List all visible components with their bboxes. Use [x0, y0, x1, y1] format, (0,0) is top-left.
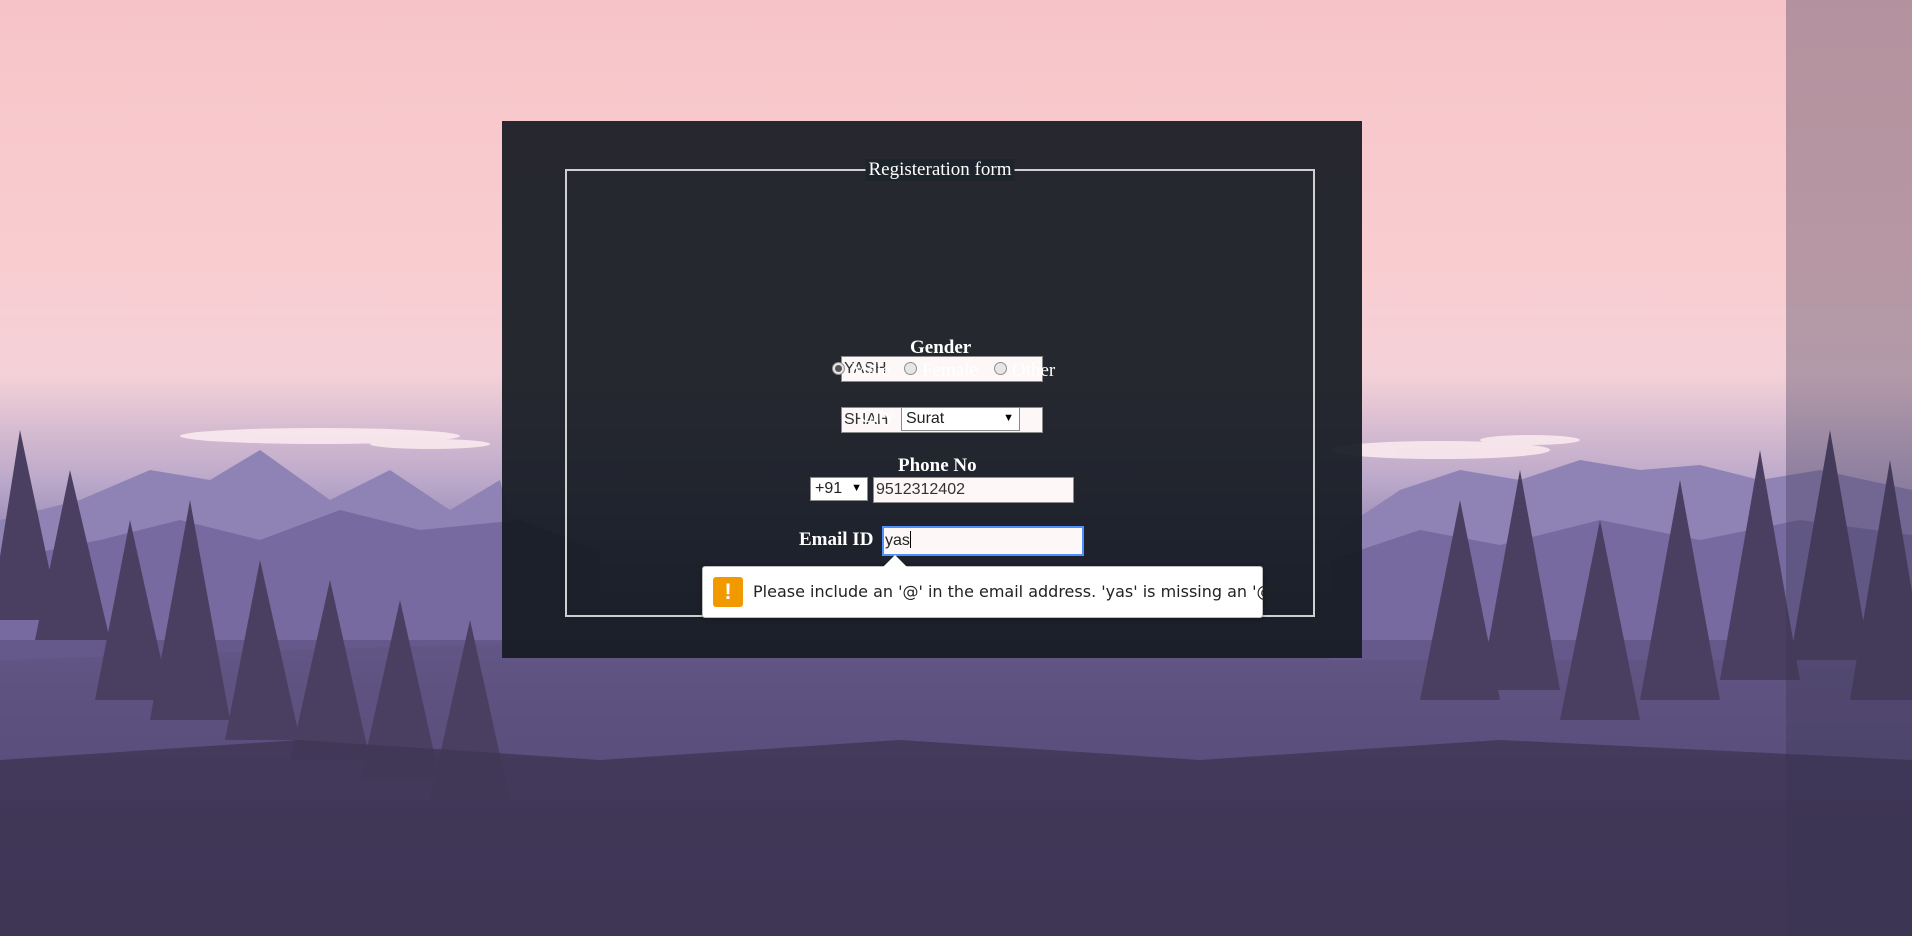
- gender-label-other: Other: [1012, 360, 1056, 381]
- gender-label-heading: Gender: [910, 337, 972, 358]
- validation-tooltip: ! Please include an '@' in the email add…: [702, 555, 1282, 618]
- phone-label: Phone No: [898, 455, 977, 476]
- email-input-value: yas: [885, 532, 910, 549]
- text-caret: [909, 531, 911, 548]
- gender-radio-other[interactable]: [994, 362, 1007, 375]
- gender-radio-male[interactable]: [832, 362, 845, 375]
- phone-number-input[interactable]: 9512312402: [873, 477, 1074, 503]
- phone-code-select[interactable]: +91 ▼: [810, 477, 868, 501]
- gender-radio-female[interactable]: [904, 362, 917, 375]
- email-input[interactable]: yas: [882, 526, 1084, 556]
- email-label: Email ID: [799, 529, 874, 550]
- city-select[interactable]: Surat ▼: [901, 407, 1020, 431]
- validation-message: Please include an '@' in the email addre…: [753, 582, 1283, 601]
- form-legend: Registeration form: [865, 159, 1015, 181]
- city-select-value: Surat: [906, 410, 945, 427]
- tooltip-arrow: [883, 555, 907, 567]
- gender-label-female: Female: [922, 360, 978, 381]
- gender-label-male: Male: [851, 360, 891, 381]
- warning-icon: !: [713, 577, 743, 607]
- chevron-down-icon: ▼: [851, 482, 862, 494]
- phone-code-value: +91: [815, 480, 843, 497]
- city-label: City: [859, 406, 894, 427]
- chevron-down-icon: ▼: [1003, 412, 1014, 424]
